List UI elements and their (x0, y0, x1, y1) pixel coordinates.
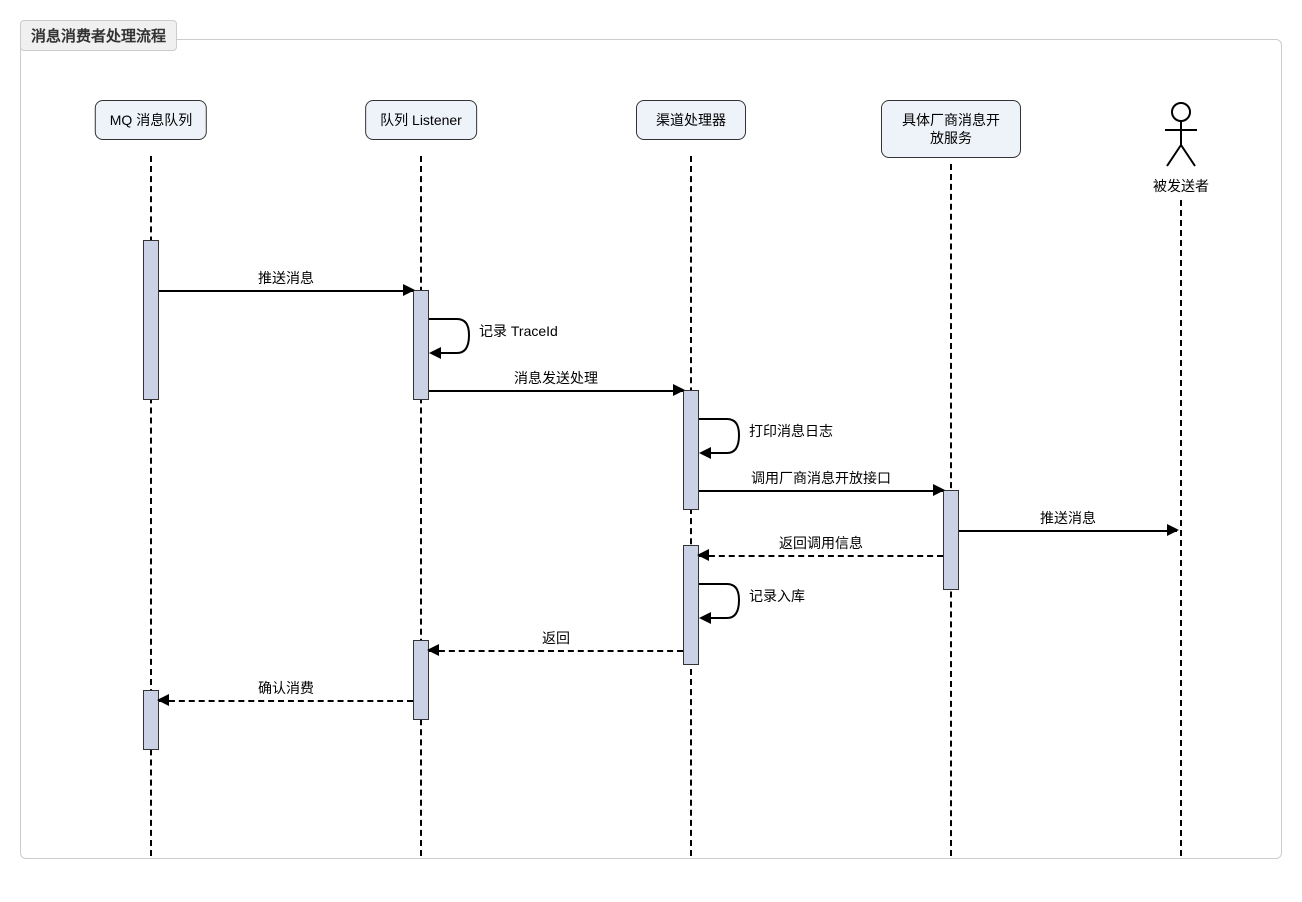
msg-call-vendor: 调用厂商消息开放接口 (699, 490, 943, 491)
msg-self-traceid: 记录 TraceId (429, 315, 479, 364)
msg-push-2: 推送消息 (959, 530, 1177, 531)
msg-return: 返回 (429, 650, 683, 651)
activation-listener-1 (413, 290, 429, 400)
msg-label: 消息发送处理 (508, 368, 604, 388)
activation-vendor-1 (943, 490, 959, 590)
participant-listener: 队列 Listener (365, 100, 477, 140)
arrow-icon (403, 284, 415, 296)
activation-handler-1 (683, 390, 699, 510)
activation-mq-1 (143, 240, 159, 400)
msg-label: 记录 TraceId (479, 321, 558, 341)
participant-vendor: 具体厂商消息开放服务 (881, 100, 1021, 158)
msg-self-print-log: 打印消息日志 (699, 415, 749, 464)
frame-title: 消息消费者处理流程 (20, 20, 177, 51)
msg-label: 返回调用信息 (773, 533, 869, 553)
msg-send-process: 消息发送处理 (429, 390, 683, 391)
msg-label: 推送消息 (252, 268, 320, 288)
arrow-icon (933, 484, 945, 496)
lifeline-listener (420, 156, 422, 856)
msg-label: 调用厂商消息开放接口 (745, 468, 897, 488)
msg-return-call-info: 返回调用信息 (699, 555, 943, 556)
msg-label: 确认消费 (252, 678, 320, 698)
msg-push-1: 推送消息 (159, 290, 413, 291)
msg-label: 推送消息 (1034, 508, 1102, 528)
participant-handler: 渠道处理器 (636, 100, 746, 140)
diagram-frame: MQ 消息队列 队列 Listener 渠道处理器 具体厂商消息开放服务 被发送… (20, 39, 1282, 859)
msg-label: 记录入库 (749, 586, 805, 606)
arrow-icon (1167, 524, 1179, 536)
actor-recipient: 被发送者 (1153, 100, 1209, 196)
actor-label: 被发送者 (1153, 176, 1209, 196)
msg-ack-consume: 确认消费 (159, 700, 413, 701)
sequence-diagram: MQ 消息队列 队列 Listener 渠道处理器 具体厂商消息开放服务 被发送… (51, 100, 1251, 828)
msg-label: 返回 (536, 628, 576, 648)
arrow-icon (697, 549, 709, 561)
arrow-icon (673, 384, 685, 396)
lifeline-recipient (1180, 200, 1182, 856)
msg-label: 打印消息日志 (749, 421, 833, 441)
arrow-icon (157, 694, 169, 706)
participant-mq: MQ 消息队列 (95, 100, 207, 140)
arrow-icon (427, 644, 439, 656)
msg-self-record-db: 记录入库 (699, 580, 749, 629)
activation-handler-2 (683, 545, 699, 665)
actor-icon (1161, 100, 1201, 170)
